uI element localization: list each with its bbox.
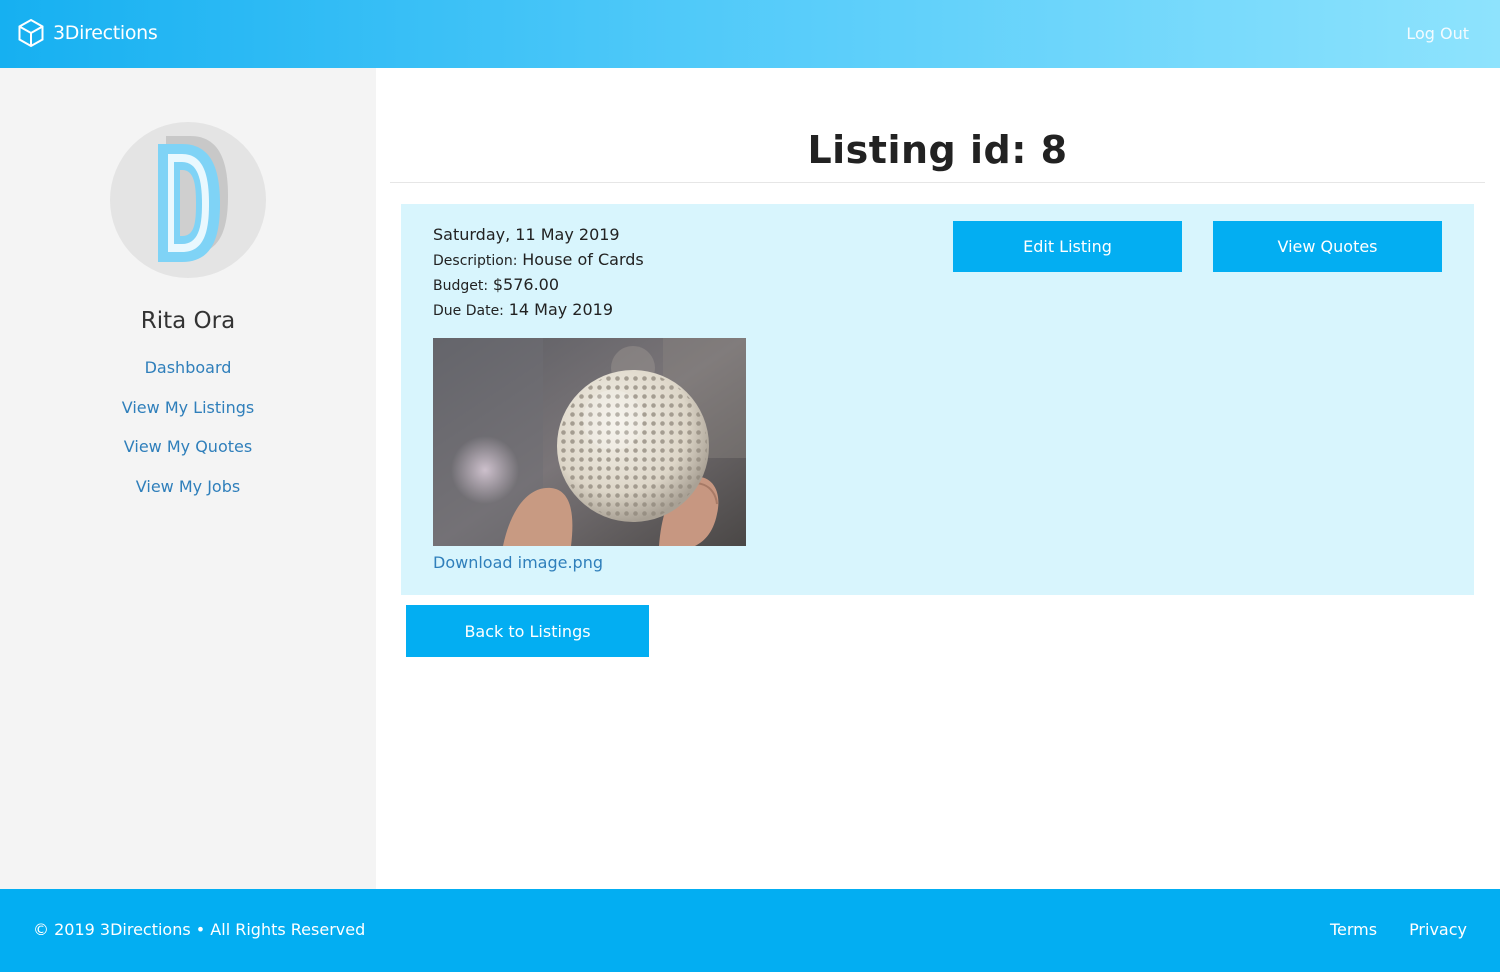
view-quotes-button[interactable]: View Quotes	[1213, 221, 1442, 272]
listing-meta: Saturday, 11 May 2019 Description: House…	[433, 222, 644, 322]
sidebar-item-listings: View My Listings	[0, 398, 376, 438]
cube-logo-icon	[18, 18, 44, 48]
footer: © 2019 3Directions • All Rights Reserved…	[0, 889, 1500, 972]
listing-description: Description: House of Cards	[433, 247, 644, 272]
sidebar-link-dashboard[interactable]: Dashboard	[145, 358, 232, 377]
brand[interactable]: 3Directions	[17, 17, 158, 49]
user-name: Rita Ora	[140, 308, 236, 334]
sidebar-nav: Dashboard View My Listings View My Quote…	[0, 358, 376, 516]
avatar	[110, 122, 266, 278]
sidebar-link-jobs[interactable]: View My Jobs	[136, 477, 240, 496]
description-label: Description:	[433, 253, 518, 269]
due-date-value: 14 May 2019	[508, 300, 614, 319]
avatar-letter-icon	[158, 136, 228, 262]
privacy-link[interactable]: Privacy	[1409, 920, 1467, 939]
copyright-text: © 2019 3Directions • All Rights Reserved	[33, 920, 366, 939]
title-divider	[390, 182, 1485, 183]
download-image-link[interactable]: Download image.png	[433, 553, 603, 572]
listing-date: Saturday, 11 May 2019	[433, 225, 620, 244]
due-date-label: Due Date:	[433, 303, 504, 319]
sidebar: Rita Ora Dashboard View My Listings View…	[0, 68, 376, 889]
page-title: Listing id: 8	[807, 128, 1068, 172]
listing-image	[433, 338, 746, 546]
edit-listing-button[interactable]: Edit Listing	[953, 221, 1182, 272]
sidebar-link-quotes[interactable]: View My Quotes	[124, 437, 252, 456]
budget-label: Budget:	[433, 278, 489, 294]
sidebar-item-quotes: View My Quotes	[0, 437, 376, 477]
sidebar-link-listings[interactable]: View My Listings	[122, 398, 254, 417]
sidebar-item-dashboard: Dashboard	[0, 358, 376, 398]
logout-link[interactable]: Log Out	[1406, 24, 1469, 43]
sidebar-item-jobs: View My Jobs	[0, 477, 376, 517]
listing-card: Saturday, 11 May 2019 Description: House…	[401, 204, 1474, 595]
listing-due-date: Due Date: 14 May 2019	[433, 297, 644, 322]
listing-budget: Budget: $576.00	[433, 272, 644, 297]
brand-name: 3Directions	[53, 22, 158, 44]
budget-value: $576.00	[492, 275, 560, 294]
footer-links: Terms Privacy	[1298, 920, 1467, 939]
description-value: House of Cards	[522, 250, 644, 269]
top-navbar: 3Directions Log Out	[0, 0, 1500, 68]
back-to-listings-button[interactable]: Back to Listings	[406, 605, 649, 657]
terms-link[interactable]: Terms	[1330, 920, 1377, 939]
